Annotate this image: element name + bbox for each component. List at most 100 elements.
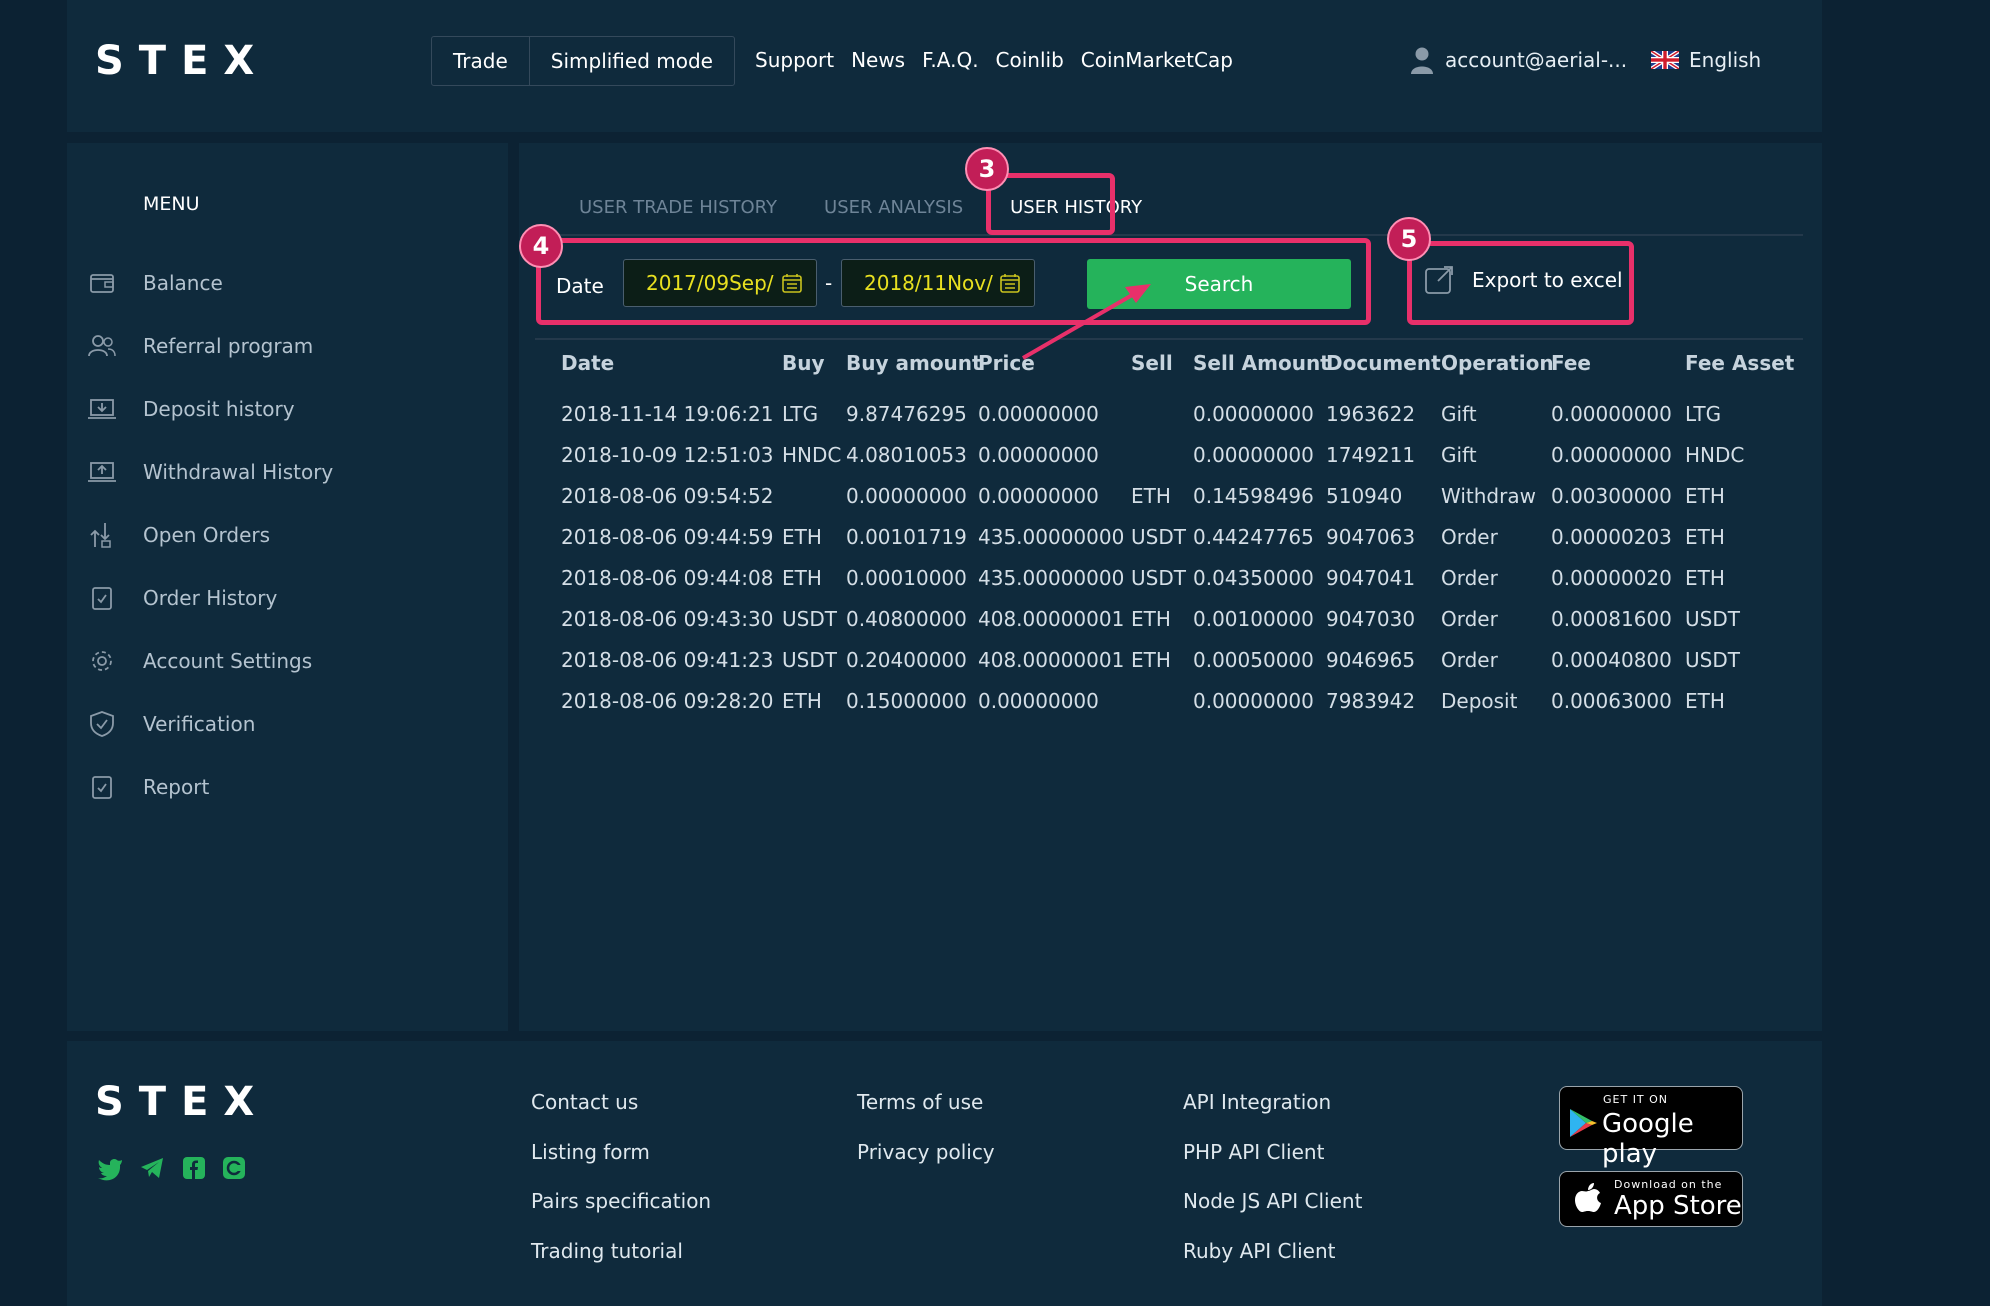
table-cell: 0.00000000 — [978, 443, 1099, 467]
open-orders-icon — [87, 520, 117, 550]
table-cell: 2018-08-06 09:44:59 — [561, 525, 774, 549]
table-cell: USDT — [1131, 566, 1186, 590]
table-cell: 0.00000000 — [978, 689, 1099, 713]
telegram-icon[interactable] — [139, 1155, 165, 1181]
table-cell: 2018-08-06 09:28:20 — [561, 689, 774, 713]
table-cell: 0.00000203 — [1551, 525, 1672, 549]
table-cell: 0.00000000 — [1193, 443, 1314, 467]
footer-link-contact-us[interactable]: Contact us — [531, 1090, 638, 1114]
table-cell: 0.04350000 — [1193, 566, 1314, 590]
table-cell: ETH — [782, 689, 822, 713]
sidebar: MENU Balance Referral program Deposit hi… — [67, 143, 508, 1031]
footer-link-node-js-api-client[interactable]: Node JS API Client — [1183, 1189, 1362, 1213]
sidebar-item-deposit-history[interactable]: Deposit history — [87, 389, 295, 429]
sidebar-item-account-settings[interactable]: Account Settings — [87, 641, 312, 681]
footer: STEX Contact us Listing form Pairs speci… — [67, 1041, 1822, 1306]
sidebar-item-label: Withdrawal History — [143, 460, 334, 484]
gear-icon — [87, 646, 117, 676]
footer-link-php-api-client[interactable]: PHP API Client — [1183, 1140, 1324, 1164]
report-icon — [87, 772, 117, 802]
table-cell: Order — [1441, 607, 1498, 631]
table-cell: 0.00101719 — [846, 525, 967, 549]
coinmarketcap-icon[interactable] — [221, 1155, 247, 1181]
sidebar-item-open-orders[interactable]: Open Orders — [87, 515, 270, 555]
sidebar-item-referral[interactable]: Referral program — [87, 326, 313, 366]
table-cell: 0.00063000 — [1551, 689, 1672, 713]
sidebar-item-verification[interactable]: Verification — [87, 704, 255, 744]
table-cell: 1749211 — [1326, 443, 1416, 467]
app-store-badge[interactable]: Download on the App Store — [1559, 1171, 1743, 1227]
wallet-icon — [87, 268, 117, 298]
twitter-icon[interactable] — [97, 1155, 123, 1181]
table-cell: 9047041 — [1326, 566, 1416, 590]
table-cell: ETH — [1131, 648, 1171, 672]
table-cell: 0.00300000 — [1551, 484, 1672, 508]
sidebar-item-withdrawal-history[interactable]: Withdrawal History — [87, 452, 333, 492]
sidebar-item-label: Open Orders — [143, 523, 271, 547]
footer-link-trading-tutorial[interactable]: Trading tutorial — [531, 1239, 683, 1263]
footer-link-pairs-specification[interactable]: Pairs specification — [531, 1189, 711, 1213]
table-cell: HNDC — [1685, 443, 1745, 467]
table-cell: 2018-08-06 09:43:30 — [561, 607, 774, 631]
stex-logo[interactable]: STEX — [95, 38, 269, 84]
sidebar-item-label: Deposit history — [143, 397, 295, 421]
top-header: STEX Trade Simplified mode Support News … — [67, 0, 1822, 132]
table-cell: Deposit — [1441, 689, 1518, 713]
table-cell: USDT — [1131, 525, 1186, 549]
language-selector[interactable]: English — [1651, 36, 1761, 84]
shield-icon — [87, 709, 117, 739]
footer-link-api-integration[interactable]: API Integration — [1183, 1090, 1331, 1114]
table-cell: 0.00000000 — [846, 484, 967, 508]
pointer-arrow — [1022, 284, 1151, 360]
sidebar-item-balance[interactable]: Balance — [87, 263, 223, 303]
table-cell: 9047030 — [1326, 607, 1416, 631]
table-cell: 408.00000001 — [978, 648, 1125, 672]
sidebar-item-label: Referral program — [143, 334, 314, 358]
apple-icon — [1575, 1183, 1601, 1212]
nav-support[interactable]: Support — [755, 36, 834, 84]
table-cell: USDT — [782, 607, 837, 631]
app-store-big-text: App Store — [1614, 1191, 1742, 1221]
nav-news[interactable]: News — [851, 36, 905, 84]
table-cell: 0.00000000 — [1193, 689, 1314, 713]
table-cell: USDT — [1685, 648, 1740, 672]
sidebar-item-label: Balance — [143, 271, 223, 295]
nav-coinlib[interactable]: Coinlib — [996, 36, 1064, 84]
table-cell: 0.00050000 — [1193, 648, 1314, 672]
account-email: account@aerial-... — [1445, 48, 1628, 72]
footer-logo[interactable]: STEX — [95, 1079, 269, 1125]
footer-link-ruby-api-client[interactable]: Ruby API Client — [1183, 1239, 1335, 1263]
sidebar-item-report[interactable]: Report — [87, 767, 209, 807]
table-cell: 510940 — [1326, 484, 1403, 508]
table-cell: 4.08010053 — [846, 443, 967, 467]
table-cell: 435.00000000 — [978, 525, 1125, 549]
table-cell: 0.15000000 — [846, 689, 967, 713]
table-cell: 0.00081600 — [1551, 607, 1672, 631]
table-cell: 2018-08-06 09:44:08 — [561, 566, 774, 590]
user-icon — [1411, 47, 1433, 74]
footer-link-listing-form[interactable]: Listing form — [531, 1140, 650, 1164]
sidebar-item-label: Report — [143, 775, 210, 799]
table-cell: 2018-08-06 09:54:52 — [561, 484, 774, 508]
google-play-badge[interactable]: GET IT ON Google play — [1559, 1086, 1743, 1169]
sidebar-item-order-history[interactable]: Order History — [87, 578, 277, 618]
trade-button[interactable]: Trade — [432, 37, 529, 85]
table-cell: 0.00000000 — [1551, 443, 1672, 467]
footer-link-privacy-policy[interactable]: Privacy policy — [857, 1140, 995, 1164]
sidebar-item-label: Account Settings — [143, 649, 313, 673]
table-cell: Gift — [1441, 443, 1477, 467]
table-cell: ETH — [782, 566, 822, 590]
table-cell: 9046965 — [1326, 648, 1416, 672]
table-cell: 0.00000020 — [1551, 566, 1672, 590]
app-store-small-text: Download on the — [1614, 1178, 1723, 1191]
mode-switch: Trade Simplified mode — [431, 36, 735, 86]
simplified-mode-button[interactable]: Simplified mode — [528, 37, 734, 85]
facebook-icon[interactable] — [181, 1155, 207, 1181]
nav-coinmarketcap[interactable]: CoinMarketCap — [1081, 36, 1233, 84]
order-history-icon — [87, 583, 117, 613]
table-cell: ETH — [1131, 607, 1171, 631]
table-cell: 0.00000000 — [978, 484, 1099, 508]
nav-faq[interactable]: F.A.Q. — [922, 36, 978, 84]
footer-link-terms-of-use[interactable]: Terms of use — [857, 1090, 983, 1114]
account-menu[interactable]: account@aerial-... — [1411, 36, 1627, 84]
